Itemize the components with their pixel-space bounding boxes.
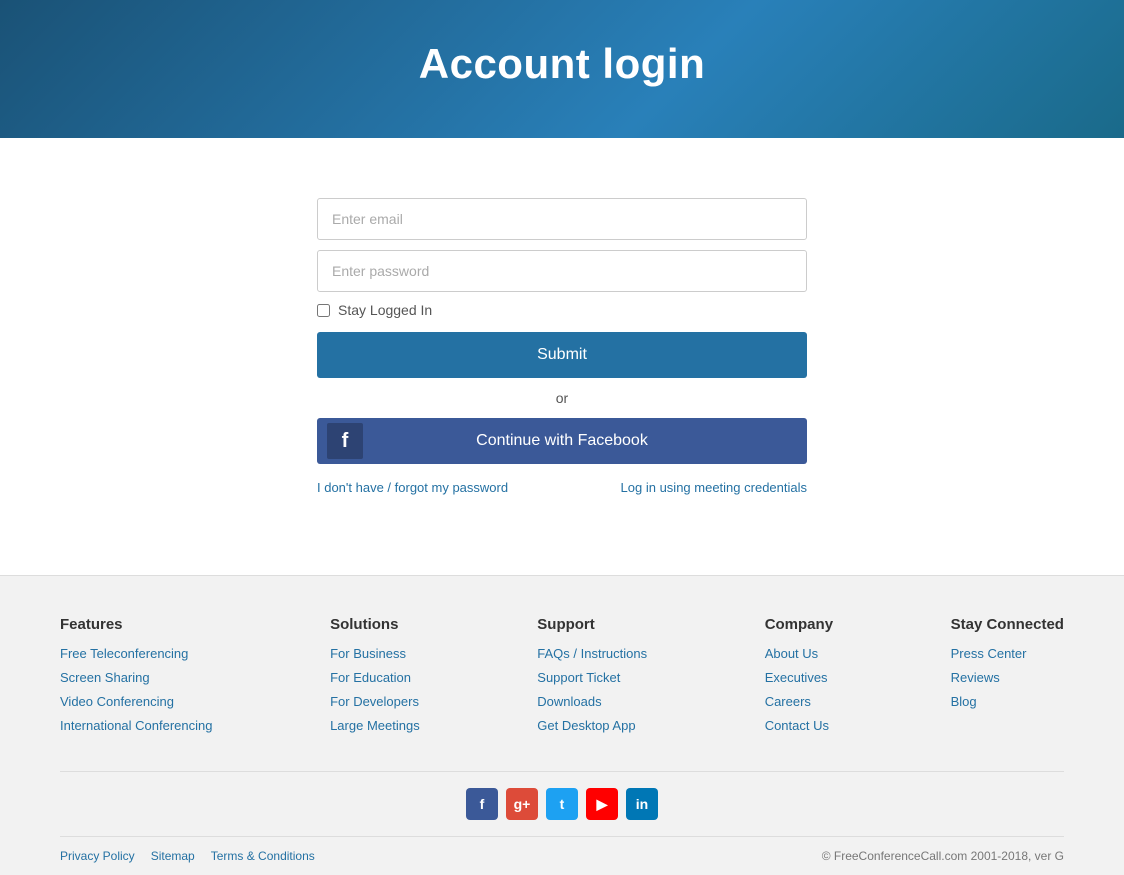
footer-link-large-meetings[interactable]: Large Meetings xyxy=(330,718,420,733)
footer-col-solutions: Solutions For Business For Education For… xyxy=(330,616,420,741)
footer-link-downloads[interactable]: Downloads xyxy=(537,694,601,709)
page-header: Account login xyxy=(0,0,1124,138)
footer-link-support-ticket[interactable]: Support Ticket xyxy=(537,670,620,685)
footer-link-blog[interactable]: Blog xyxy=(951,694,977,709)
form-links: I don't have / forgot my password Log in… xyxy=(317,480,807,495)
password-input[interactable] xyxy=(317,250,807,292)
social-youtube-icon[interactable]: ▶ xyxy=(586,788,618,820)
footer-link-for-business[interactable]: For Business xyxy=(330,646,406,661)
footer-link-press-center[interactable]: Press Center xyxy=(951,646,1027,661)
stay-logged-in-checkbox[interactable] xyxy=(317,304,330,317)
footer-link-for-developers[interactable]: For Developers xyxy=(330,694,419,709)
footer-col-support: Support FAQs / Instructions Support Tick… xyxy=(537,616,647,741)
footer-link-contact-us[interactable]: Contact Us xyxy=(765,718,829,733)
social-linkedin-icon[interactable]: in xyxy=(626,788,658,820)
footer-col-features: Features Free Teleconferencing Screen Sh… xyxy=(60,616,213,741)
footer-link-international-conferencing[interactable]: International Conferencing xyxy=(60,718,213,733)
meeting-credentials-link[interactable]: Log in using meeting credentials xyxy=(621,480,807,495)
social-facebook-icon[interactable]: f xyxy=(466,788,498,820)
email-input[interactable] xyxy=(317,198,807,240)
footer-bottom-bar: Privacy Policy Sitemap Terms & Condition… xyxy=(60,836,1064,875)
footer-bottom-links: Privacy Policy Sitemap Terms & Condition… xyxy=(60,849,315,863)
footer-link-for-education[interactable]: For Education xyxy=(330,670,411,685)
privacy-policy-link[interactable]: Privacy Policy xyxy=(60,849,135,863)
social-twitter-icon[interactable]: t xyxy=(546,788,578,820)
footer-link-about-us[interactable]: About Us xyxy=(765,646,818,661)
footer-link-screen-sharing[interactable]: Screen Sharing xyxy=(60,670,150,685)
main-content: Stay Logged In Submit or f Continue with… xyxy=(0,138,1124,575)
submit-button[interactable]: Submit xyxy=(317,332,807,378)
login-form: Stay Logged In Submit or f Continue with… xyxy=(317,198,807,495)
terms-link[interactable]: Terms & Conditions xyxy=(211,849,315,863)
social-icons-row: f g+ t ▶ in xyxy=(60,771,1064,836)
footer-link-desktop-app[interactable]: Get Desktop App xyxy=(537,718,635,733)
copyright-text: © FreeConferenceCall.com 2001-2018, ver … xyxy=(822,849,1064,863)
footer-columns: Features Free Teleconferencing Screen Sh… xyxy=(60,616,1064,771)
footer-link-reviews[interactable]: Reviews xyxy=(951,670,1000,685)
footer-link-careers[interactable]: Careers xyxy=(765,694,811,709)
stay-logged-in-label[interactable]: Stay Logged In xyxy=(317,302,807,318)
footer-link-free-teleconferencing[interactable]: Free Teleconferencing xyxy=(60,646,188,661)
footer-link-faqs[interactable]: FAQs / Instructions xyxy=(537,646,647,661)
footer-heading-stay-connected: Stay Connected xyxy=(951,616,1064,633)
page-footer: Features Free Teleconferencing Screen Sh… xyxy=(0,575,1124,875)
footer-link-executives[interactable]: Executives xyxy=(765,670,828,685)
page-title: Account login xyxy=(0,40,1124,88)
or-divider: or xyxy=(317,390,807,406)
footer-heading-company: Company xyxy=(765,616,833,633)
footer-heading-features: Features xyxy=(60,616,213,633)
footer-col-stay-connected: Stay Connected Press Center Reviews Blog xyxy=(951,616,1064,741)
social-googleplus-icon[interactable]: g+ xyxy=(506,788,538,820)
facebook-button-label: Continue with Facebook xyxy=(331,432,793,450)
sitemap-link[interactable]: Sitemap xyxy=(151,849,195,863)
facebook-login-button[interactable]: f Continue with Facebook xyxy=(317,418,807,464)
footer-link-video-conferencing[interactable]: Video Conferencing xyxy=(60,694,174,709)
forgot-password-link[interactable]: I don't have / forgot my password xyxy=(317,480,508,495)
footer-col-company: Company About Us Executives Careers Cont… xyxy=(765,616,833,741)
footer-heading-solutions: Solutions xyxy=(330,616,420,633)
facebook-icon: f xyxy=(327,423,363,459)
footer-heading-support: Support xyxy=(537,616,647,633)
